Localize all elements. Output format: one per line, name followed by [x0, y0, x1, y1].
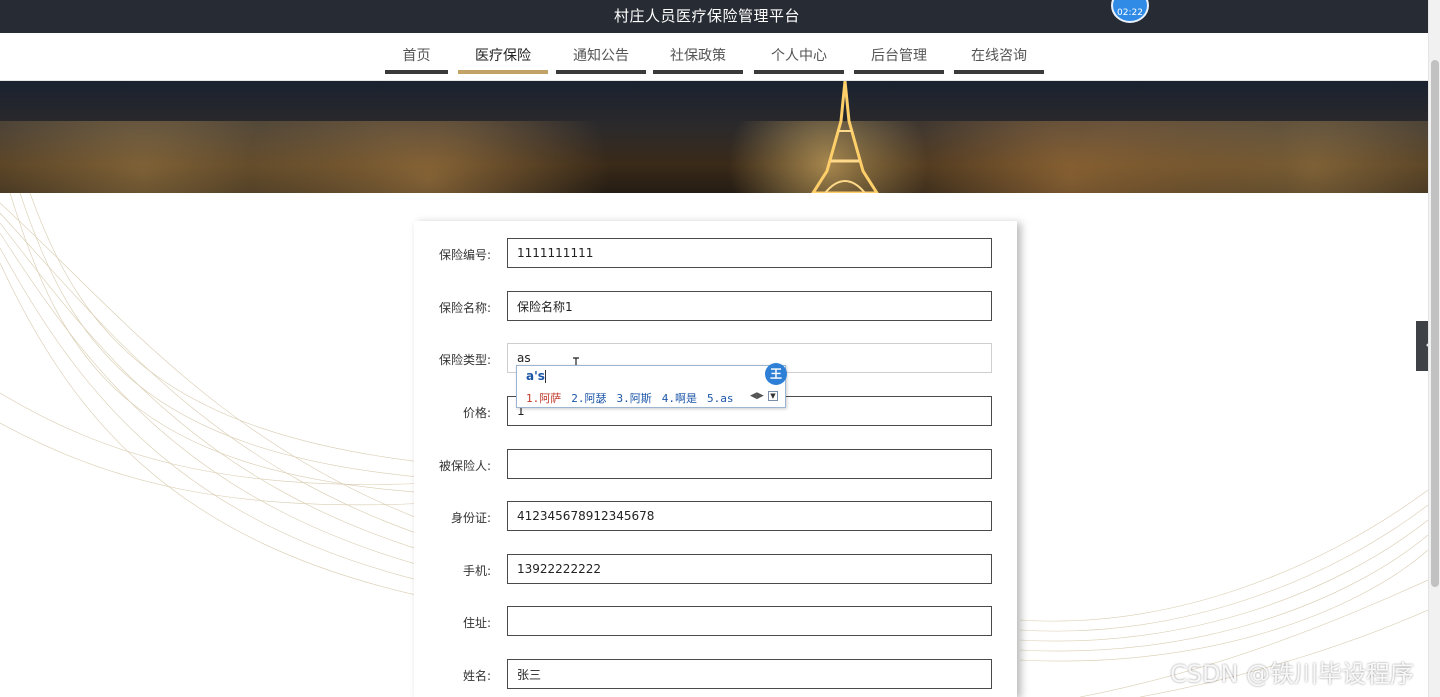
phone-input[interactable] [507, 554, 992, 584]
nav-notices[interactable]: 通知公告 [556, 45, 646, 74]
ime-candidate[interactable]: 3.阿斯 [617, 392, 652, 405]
id-card-input[interactable] [507, 501, 992, 531]
ime-candidate[interactable]: 1.阿萨 [526, 392, 561, 405]
form-row-address: 住址: [414, 606, 1017, 636]
form-row-insurance-name: 保险名称: [414, 291, 1017, 321]
nav-personal-center[interactable]: 个人中心 [754, 45, 844, 74]
nav-online-consult[interactable]: 在线咨询 [954, 45, 1044, 74]
nav-social-policy[interactable]: 社保政策 [653, 45, 743, 74]
form-row-insurance-number: 保险编号: [414, 238, 1017, 268]
insurance-number-input[interactable] [507, 238, 992, 268]
address-input[interactable] [507, 606, 992, 636]
insured-person-label: 被保险人: [438, 459, 491, 473]
ime-candidate[interactable]: 5.as [707, 392, 734, 405]
decorative-waves-left [0, 193, 430, 599]
price-label: 价格: [462, 406, 491, 420]
ime-composition: a's [526, 369, 545, 383]
form-row-phone: 手机: [414, 554, 1017, 584]
ime-candidate[interactable]: 2.阿瑟 [571, 392, 606, 405]
id-card-label: 身份证: [450, 511, 491, 525]
ime-caret [545, 370, 546, 383]
form-row-name: 姓名: [414, 659, 1017, 689]
ime-candidate[interactable]: 4.啊是 [662, 392, 697, 405]
ime-candidate-list: 1.阿萨 2.阿瑟 3.阿斯 4.啊是 5.as [526, 390, 744, 406]
ime-expand-icon[interactable]: ▼ [768, 391, 778, 401]
page-scrollbar[interactable] [1428, 0, 1440, 697]
name-input[interactable] [507, 659, 992, 689]
main-nav: 首页 医疗保险 通知公告 社保政策 个人中心 后台管理 在线咨询 [0, 33, 1428, 81]
watermark-text: CSDN @铁川毕设程序 [1170, 660, 1415, 688]
site-title: 村庄人员医疗保险管理平台 [613, 7, 800, 25]
form-row-id-card: 身份证: [414, 501, 1017, 531]
insurance-form-panel: 保险编号: 保险名称: 保险类型: 价格: 被保险人: 身份证: 手机: 住址:… [414, 221, 1017, 697]
top-bar: 村庄人员医疗保险管理平台 02:22 [0, 0, 1428, 33]
ime-page-arrows-icon[interactable]: ◀▶ [750, 391, 764, 401]
insurance-name-input[interactable] [507, 291, 992, 321]
address-label: 住址: [462, 616, 491, 630]
nav-medical-insurance[interactable]: 医疗保险 [458, 45, 548, 74]
city-lights [0, 121, 1428, 193]
name-label: 姓名: [462, 669, 491, 683]
insured-person-input[interactable] [507, 449, 992, 479]
insurance-number-label: 保险编号: [438, 248, 491, 262]
nav-admin[interactable]: 后台管理 [854, 45, 944, 74]
nav-home[interactable]: 首页 [385, 45, 448, 74]
form-row-insured-person: 被保险人: [414, 449, 1017, 479]
insurance-name-label: 保险名称: [438, 301, 491, 315]
eiffel-tower-image [811, 81, 879, 193]
city-night-banner [0, 81, 1428, 193]
phone-label: 手机: [462, 564, 491, 578]
scrollbar-thumb[interactable] [1431, 60, 1439, 587]
ime-logo-badge[interactable]: 王 [765, 363, 787, 385]
insurance-type-label: 保险类型: [438, 353, 491, 367]
ime-candidate-popup: a's 1.阿萨 2.阿瑟 3.阿斯 4.啊是 5.as ◀▶ ▼ [516, 365, 786, 408]
